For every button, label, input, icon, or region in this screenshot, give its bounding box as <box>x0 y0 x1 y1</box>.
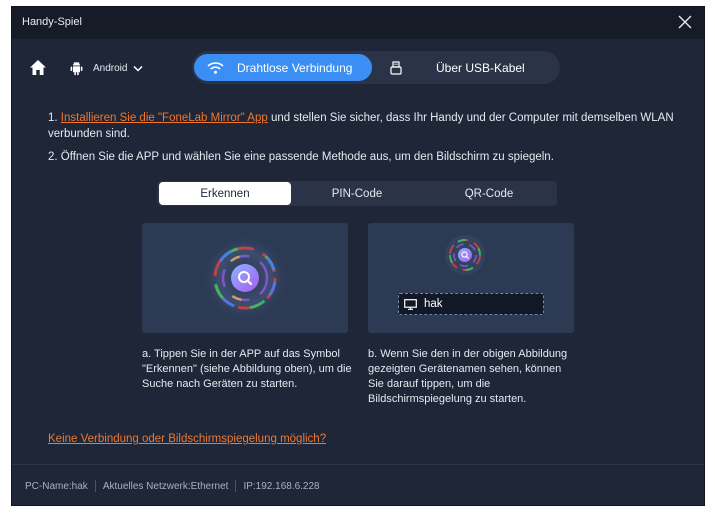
device-found-illustration-card: hak <box>368 223 574 333</box>
tab-qr-code[interactable]: QR-Code <box>423 181 555 206</box>
detect-search-icon-small <box>445 235 485 275</box>
pc-name: PC-Name:hak <box>25 480 88 492</box>
detect-search-icon <box>201 234 289 322</box>
tab-wireless-connection[interactable]: Drahtlose Verbindung <box>194 54 372 81</box>
found-device-name: hak <box>424 298 443 310</box>
android-icon <box>70 61 83 75</box>
monitor-icon <box>404 298 417 310</box>
close-icon[interactable] <box>678 15 692 29</box>
device-found-description: b. Wenn Sie den in der obigen Abbildung … <box>368 348 568 405</box>
top-bar: Android Drahtlose Verbindung Über USB-Ka… <box>12 39 704 97</box>
window-title: Handy-Spiel <box>22 16 82 28</box>
device-type-dropdown[interactable]: Android <box>70 59 143 77</box>
device-type-label: Android <box>93 62 128 74</box>
instruction-step-2: 2. Öffnen Sie die APP und wählen Sie ein… <box>48 151 554 163</box>
instruction-step-1: 1. Installieren Sie die "FoneLab Mirror"… <box>48 110 698 142</box>
title-bar: Handy-Spiel <box>12 7 704 39</box>
wifi-icon <box>207 61 224 74</box>
app-window: Handy-Spiel Android Drahtlose Verbindung… <box>11 6 705 506</box>
tab-pin-code[interactable]: PIN-Code <box>291 181 423 206</box>
tab-usb-cable[interactable]: Über USB-Kabel <box>382 54 558 81</box>
connection-help-link[interactable]: Keine Verbindung oder Bildschirmspiegelu… <box>48 433 326 445</box>
connection-tabs: Drahtlose Verbindung Über USB-Kabel <box>192 51 560 84</box>
status-footer: PC-Name:hak Aktuelles Netzwerk:Ethernet … <box>12 464 704 505</box>
instructions: 1. Installieren Sie die "FoneLab Mirror"… <box>48 110 698 165</box>
step1-prefix: 1. <box>48 112 61 124</box>
install-app-link[interactable]: Installieren Sie die "FoneLab Mirror" Ap… <box>61 112 268 124</box>
chevron-down-icon <box>133 65 143 72</box>
usb-icon <box>390 60 402 75</box>
tab-usb-label: Über USB-Kabel <box>436 60 525 75</box>
ip-address: IP:192.168.6.228 <box>243 480 320 492</box>
footer-divider <box>94 480 96 492</box>
tab-wireless-label: Drahtlose Verbindung <box>237 60 353 75</box>
current-network: Aktuelles Netzwerk:Ethernet <box>102 480 229 492</box>
footer-divider <box>235 480 237 492</box>
home-icon[interactable] <box>29 59 47 76</box>
tab-detect[interactable]: Erkennen <box>159 182 291 205</box>
found-device-entry[interactable]: hak <box>398 293 544 315</box>
detect-description: a. Tippen Sie in der APP auf das Symbol … <box>142 348 352 390</box>
method-tabs: Erkennen PIN-Code QR-Code <box>157 181 557 206</box>
detect-illustration-card <box>142 223 348 333</box>
